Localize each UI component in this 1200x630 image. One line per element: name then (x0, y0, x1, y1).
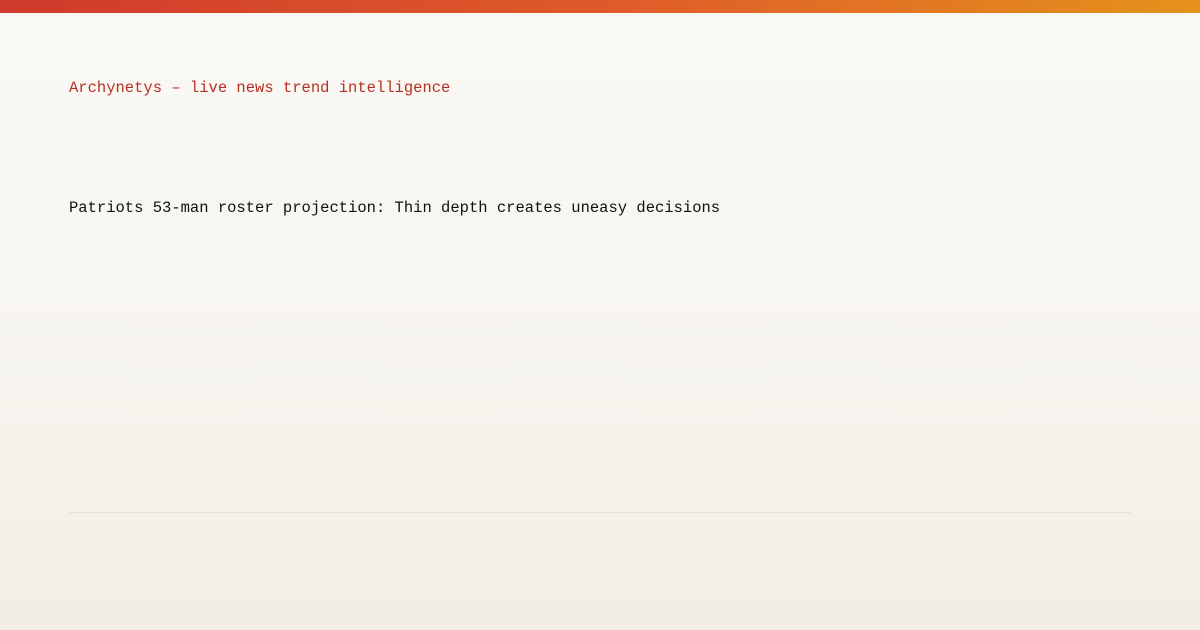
accent-top-bar (0, 0, 1200, 13)
article-headline: Patriots 53-man roster projection: Thin … (69, 199, 721, 217)
divider (69, 512, 1131, 513)
site-tagline: Archynetys – live news trend intelligenc… (69, 79, 451, 97)
